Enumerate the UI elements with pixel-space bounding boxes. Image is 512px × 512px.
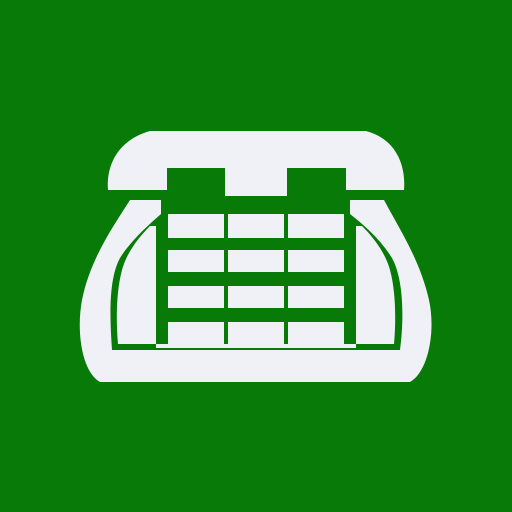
keypad-key [228,286,284,308]
keypad-key [168,250,224,272]
keypad-key [228,250,284,272]
keypad-key [168,214,224,238]
keypad-key [288,286,344,308]
keypad-key [168,322,224,344]
keypad [168,214,344,344]
keypad-key [228,322,284,344]
keypad-key [288,214,344,238]
handset-shape [107,131,405,196]
keypad-key [228,214,284,238]
desk-telephone-icon [79,131,432,382]
keypad-key [168,286,224,308]
keypad-key [288,250,344,272]
keypad-key [288,322,344,344]
app-icon-tile[interactable] [0,0,512,512]
